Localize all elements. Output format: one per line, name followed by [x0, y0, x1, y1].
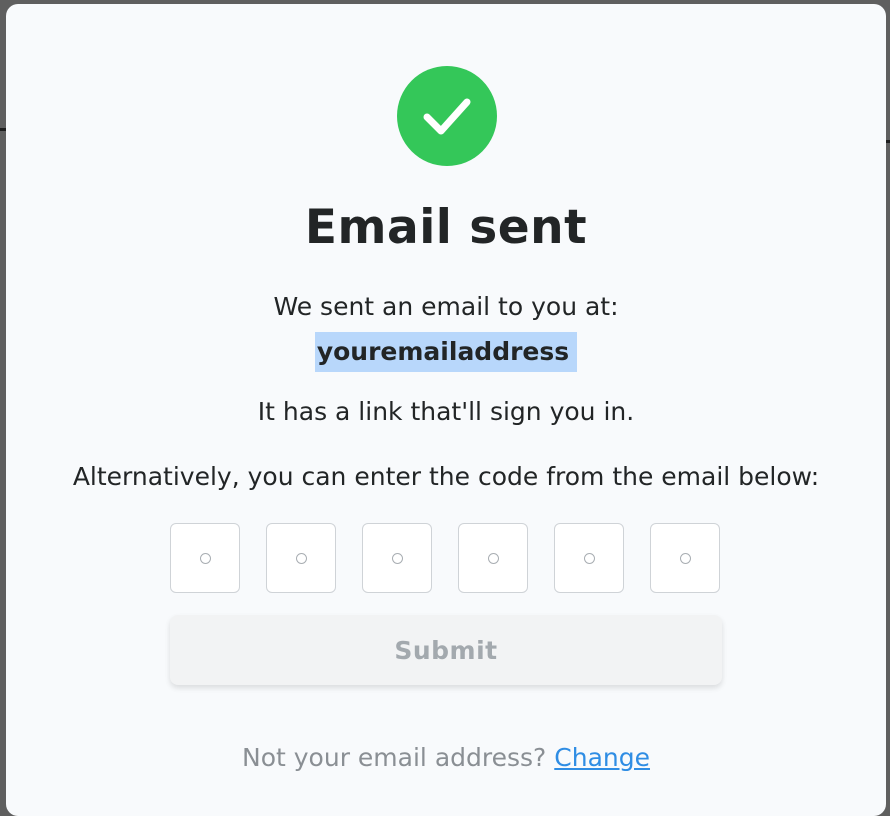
code-digit-2[interactable]	[266, 523, 336, 593]
check-icon	[423, 98, 471, 135]
code-placeholder-dot	[679, 552, 691, 564]
email-address: youremailaddress	[314, 332, 578, 372]
submit-button[interactable]: Submit	[170, 615, 722, 685]
code-placeholder-dot	[487, 552, 499, 564]
code-placeholder-dot	[391, 552, 403, 564]
code-digit-4[interactable]	[458, 523, 528, 593]
code-digit-1[interactable]	[170, 523, 240, 593]
code-digit-6[interactable]	[650, 523, 720, 593]
code-digit-5[interactable]	[554, 523, 624, 593]
footer-text: Not your email address? Change	[6, 743, 886, 772]
link-message: It has a link that'll sign you in.	[257, 397, 635, 426]
email-sent-dialog: Email sent We sent an email to you at: y…	[6, 4, 886, 816]
alternative-message: Alternatively, you can enter the code fr…	[72, 462, 820, 491]
email-address-row: youremailaddress	[6, 332, 886, 372]
code-placeholder-dot	[295, 552, 307, 564]
footer-prompt: Not your email address?	[242, 743, 547, 772]
code-input-row	[170, 523, 722, 595]
code-placeholder-dot	[583, 552, 595, 564]
code-digit-3[interactable]	[362, 523, 432, 593]
dialog-title: Email sent	[304, 200, 588, 255]
success-check-icon	[397, 66, 497, 166]
sent-message: We sent an email to you at:	[273, 292, 619, 321]
code-placeholder-dot	[199, 552, 211, 564]
change-email-link[interactable]: Change	[554, 743, 650, 772]
